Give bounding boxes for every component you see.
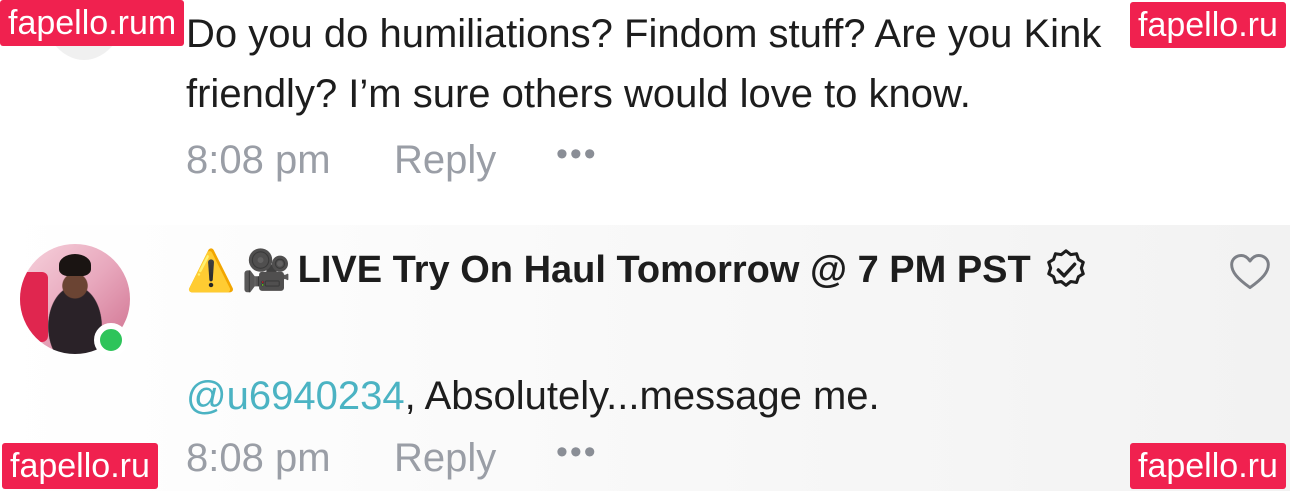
- comment-time: 8:08 pm: [186, 137, 331, 182]
- heart-outline-icon[interactable]: [1228, 250, 1272, 294]
- comment-meta: 8:08 pm Reply •••: [186, 432, 598, 484]
- watermark: fapello.rum: [0, 0, 185, 46]
- reply-button[interactable]: Reply: [394, 138, 556, 183]
- comment-text: Do you do humiliations? Findom stuff? Ar…: [186, 12, 1102, 116]
- reply-button[interactable]: Reply: [394, 436, 556, 481]
- username-row[interactable]: ⚠️ 🎥 LIVE Try On Haul Tomorrow @ 7 PM PS…: [186, 244, 1089, 296]
- avatar-image-detail: [20, 272, 48, 342]
- watermark: fapello.ru: [1130, 2, 1286, 48]
- watermark: fapello.ru: [1130, 443, 1286, 489]
- more-options-icon[interactable]: •••: [556, 435, 598, 474]
- movie-camera-icon: 🎥: [241, 248, 292, 293]
- comment-text: @u6940234, Absolutely...message me.: [186, 366, 1166, 426]
- user-mention-link[interactable]: @u6940234: [186, 374, 405, 418]
- more-options-icon[interactable]: •••: [556, 137, 598, 176]
- watermark: fapello.ru: [2, 443, 158, 489]
- comment-time: 8:08 pm: [186, 435, 331, 480]
- avatar-image-detail: [59, 254, 91, 276]
- comment-meta: 8:08 pm Reply •••: [186, 134, 598, 186]
- username[interactable]: LIVE Try On Haul Tomorrow @ 7 PM PST: [298, 249, 1031, 292]
- verified-badge-icon: [1046, 249, 1085, 287]
- comment-body: , Absolutely...message me.: [404, 374, 880, 418]
- online-status-dot: [94, 323, 128, 357]
- warning-icon: ⚠️: [186, 248, 236, 293]
